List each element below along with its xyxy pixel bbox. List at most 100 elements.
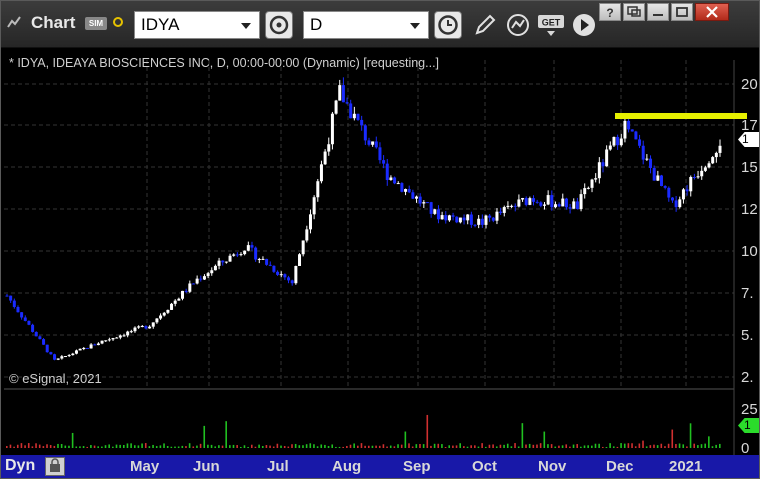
volume-bar: [539, 443, 542, 448]
sim-badge: SIM: [85, 17, 107, 30]
candle-body: [195, 278, 199, 284]
candle-body: [308, 214, 312, 230]
volume-bar: [400, 444, 403, 448]
candle-body: [144, 326, 148, 329]
draw-button[interactable]: [471, 11, 499, 39]
volume-bar: [623, 443, 626, 448]
svg-text:GET: GET: [542, 18, 561, 28]
volume-bar: [382, 444, 385, 448]
candle-body: [484, 215, 488, 225]
volume-bar: [634, 446, 637, 448]
volume-bar: [397, 444, 399, 448]
candle-body: [305, 229, 309, 241]
maximize-button[interactable]: [671, 3, 693, 21]
close-button[interactable]: [695, 3, 729, 21]
dynamic-label[interactable]: Dyn: [5, 457, 35, 475]
play-button[interactable]: [570, 11, 598, 39]
candle-body: [718, 145, 722, 153]
candle-body: [56, 358, 60, 360]
candle-body: [188, 283, 192, 292]
volume-bar: [474, 445, 476, 448]
volume-bar: [353, 443, 355, 448]
candle-body: [159, 315, 163, 319]
candle-body: [521, 198, 525, 200]
time-button[interactable]: [434, 11, 462, 39]
chevron-down-icon[interactable]: [410, 23, 420, 29]
date-label: Nov: [538, 458, 567, 475]
price-axis-label: 17: [741, 117, 758, 134]
study-button[interactable]: [504, 11, 532, 39]
crosshair-button[interactable]: [265, 11, 293, 39]
candle-body: [674, 200, 678, 208]
volume-bar: [550, 444, 553, 448]
candle-body: [539, 202, 543, 206]
help-window-button[interactable]: ?: [599, 3, 621, 21]
question-icon: ?: [606, 6, 613, 20]
interval-input[interactable]: D: [303, 11, 429, 39]
volume-bar: [170, 446, 173, 448]
volume-bar: [375, 445, 377, 448]
candle-body: [385, 163, 389, 180]
volume-bar: [16, 444, 19, 448]
candle-body: [524, 198, 528, 205]
volume-bar: [338, 446, 341, 448]
candle-body: [327, 144, 331, 152]
volume-bar: [250, 444, 253, 448]
volume-bar: [254, 446, 257, 448]
candle-body: [612, 136, 616, 146]
volume-bar: [525, 444, 527, 448]
volume-bar: [276, 443, 279, 448]
link-status-icon[interactable]: [113, 17, 123, 27]
candle-body: [287, 277, 291, 281]
price-axis-label: 15: [741, 159, 758, 176]
candle-body: [96, 343, 100, 346]
volume-bar: [459, 443, 461, 448]
candle-body: [707, 163, 711, 168]
volume-bar: [360, 443, 363, 448]
volume-bar: [430, 445, 432, 448]
volume-bar: [715, 444, 717, 448]
candle-body: [495, 211, 499, 221]
volume-bar: [444, 446, 447, 448]
candle-body: [298, 254, 302, 267]
volume-bar: [181, 445, 184, 448]
date-axis[interactable]: Dyn May Jun Jul Aug Sep Oct Nov Dec 2021: [1, 455, 759, 478]
candle-body: [42, 339, 46, 345]
price-axis-label: 12: [741, 201, 758, 218]
volume-bar: [218, 445, 220, 448]
candle-body: [404, 189, 408, 192]
candle-body: [429, 202, 433, 214]
volume-bar: [247, 446, 249, 448]
candle-body: [111, 338, 115, 340]
candle-body: [38, 336, 42, 340]
candle-body: [550, 195, 554, 208]
lock-button[interactable]: [45, 457, 65, 476]
candle-body: [115, 337, 119, 339]
candle-body: [257, 258, 261, 260]
volume-bar: [309, 443, 312, 448]
date-label: May: [130, 458, 160, 475]
price-chart[interactable]: 20 17 15 12 10 7. 5. 2. 25 0: [1, 50, 759, 455]
candle-body: [173, 300, 177, 304]
volume-bar: [155, 446, 158, 448]
volume-bar: [327, 446, 330, 448]
link-window-button[interactable]: [623, 3, 645, 21]
candle-body: [528, 198, 532, 205]
volume-bar: [144, 443, 147, 448]
symbol-input[interactable]: IDYA: [134, 11, 260, 39]
candle-body: [9, 295, 13, 301]
candle-body: [557, 204, 561, 207]
volume-bar: [108, 444, 110, 448]
get-data-button[interactable]: GET: [537, 11, 565, 39]
volume-bar: [576, 444, 578, 448]
volume-bar: [598, 443, 600, 448]
volume-bar: [177, 446, 180, 448]
volume-bar: [609, 443, 611, 448]
minimize-button[interactable]: [647, 3, 669, 21]
volume-bar: [240, 446, 242, 448]
volume-bar: [225, 421, 227, 448]
candle-body: [561, 198, 565, 207]
volume-bar: [620, 443, 622, 448]
chevron-down-icon[interactable]: [241, 23, 251, 29]
candle-body: [480, 218, 484, 225]
